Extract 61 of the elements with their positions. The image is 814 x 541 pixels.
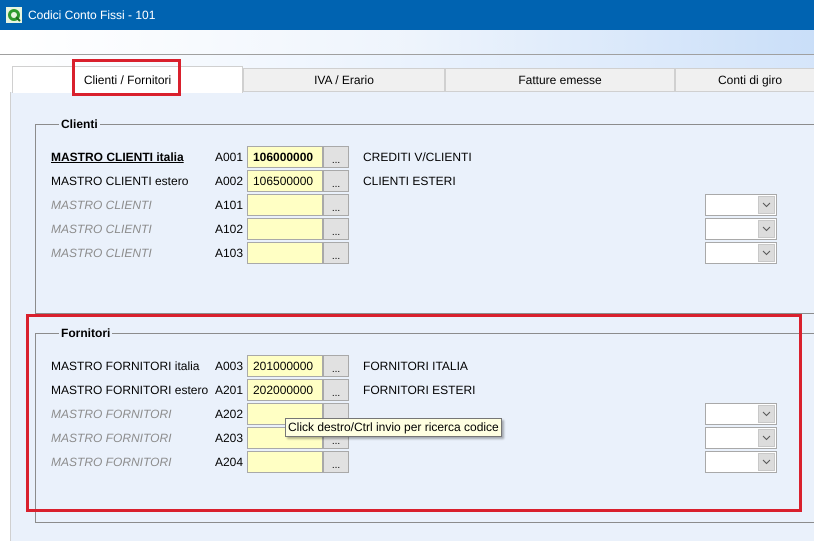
- field-label: MASTRO FORNITORI: [51, 406, 172, 423]
- dropdown[interactable]: [705, 427, 777, 449]
- dropdown[interactable]: [705, 403, 777, 425]
- account-code: A201: [215, 382, 244, 399]
- field-label: MASTRO CLIENTI italia: [51, 149, 185, 166]
- field-label: MASTRO FORNITORI: [51, 430, 172, 447]
- field-label: MASTRO CLIENTI: [51, 221, 153, 238]
- input-field[interactable]: [247, 242, 323, 264]
- tab[interactable]: Clienti / Fornitori: [12, 66, 243, 93]
- lookup-button[interactable]: ...: [323, 218, 349, 240]
- group-title: Clienti: [61, 117, 98, 131]
- dropdown[interactable]: [705, 218, 777, 240]
- account-code: A002: [215, 173, 244, 190]
- field-label: MASTRO CLIENTI estero: [51, 173, 190, 190]
- input-field[interactable]: 106000000: [247, 146, 323, 168]
- lookup-button[interactable]: ...: [323, 194, 349, 216]
- account-code: A202: [215, 406, 244, 423]
- tab[interactable]: IVA / Erario: [243, 68, 445, 92]
- account-code: A003: [215, 358, 244, 375]
- account-code: A103: [215, 245, 244, 262]
- input-field[interactable]: [247, 451, 323, 473]
- dropdown[interactable]: [705, 194, 777, 216]
- account-code: A102: [215, 221, 244, 238]
- window-title: Codici Conto Fissi - 101: [28, 7, 156, 24]
- input-field[interactable]: 202000000: [247, 379, 323, 401]
- dropdown[interactable]: [705, 451, 777, 473]
- field-label: MASTRO CLIENTI: [51, 245, 153, 262]
- chevron-down-icon: [762, 435, 771, 441]
- chevron-down-icon: [762, 250, 771, 256]
- field-label: MASTRO FORNITORI: [51, 454, 172, 471]
- account-description: CLIENTI ESTERI: [363, 173, 456, 190]
- field-label: MASTRO FORNITORI italia: [51, 358, 200, 375]
- input-field[interactable]: 106500000: [247, 170, 323, 192]
- input-field[interactable]: [247, 218, 323, 240]
- account-description: FORNITORI ITALIA: [363, 358, 468, 375]
- account-code: A101: [215, 197, 244, 214]
- input-field[interactable]: 201000000: [247, 355, 323, 377]
- account-code: A001: [215, 149, 244, 166]
- lookup-button[interactable]: ...: [323, 170, 349, 192]
- chevron-down-icon: [762, 202, 771, 208]
- app-logo-icon: [6, 7, 22, 23]
- tab[interactable]: Conti di giro: [675, 68, 814, 92]
- tab[interactable]: Fatture emesse: [445, 68, 675, 92]
- chevron-down-icon: [762, 459, 771, 465]
- lookup-button[interactable]: ...: [323, 146, 349, 168]
- field-label: MASTRO CLIENTI: [51, 197, 153, 214]
- account-description: CREDITI V/CLIENTI: [363, 149, 472, 166]
- lookup-button[interactable]: ...: [323, 355, 349, 377]
- field-label: MASTRO FORNITORI estero: [51, 382, 210, 399]
- chevron-down-icon: [762, 226, 771, 232]
- lookup-button[interactable]: ...: [323, 242, 349, 264]
- account-code: A204: [215, 454, 244, 471]
- dropdown[interactable]: [705, 242, 777, 264]
- lookup-button[interactable]: ...: [323, 379, 349, 401]
- chevron-down-icon: [762, 411, 771, 417]
- input-field[interactable]: [247, 194, 323, 216]
- account-code: A203: [215, 430, 244, 447]
- account-description: FORNITORI ESTERI: [363, 382, 476, 399]
- lookup-button[interactable]: ...: [323, 451, 349, 473]
- tooltip: Click destro/Ctrl invio per ricerca codice: [285, 418, 502, 437]
- group-title: Fornitori: [61, 326, 110, 340]
